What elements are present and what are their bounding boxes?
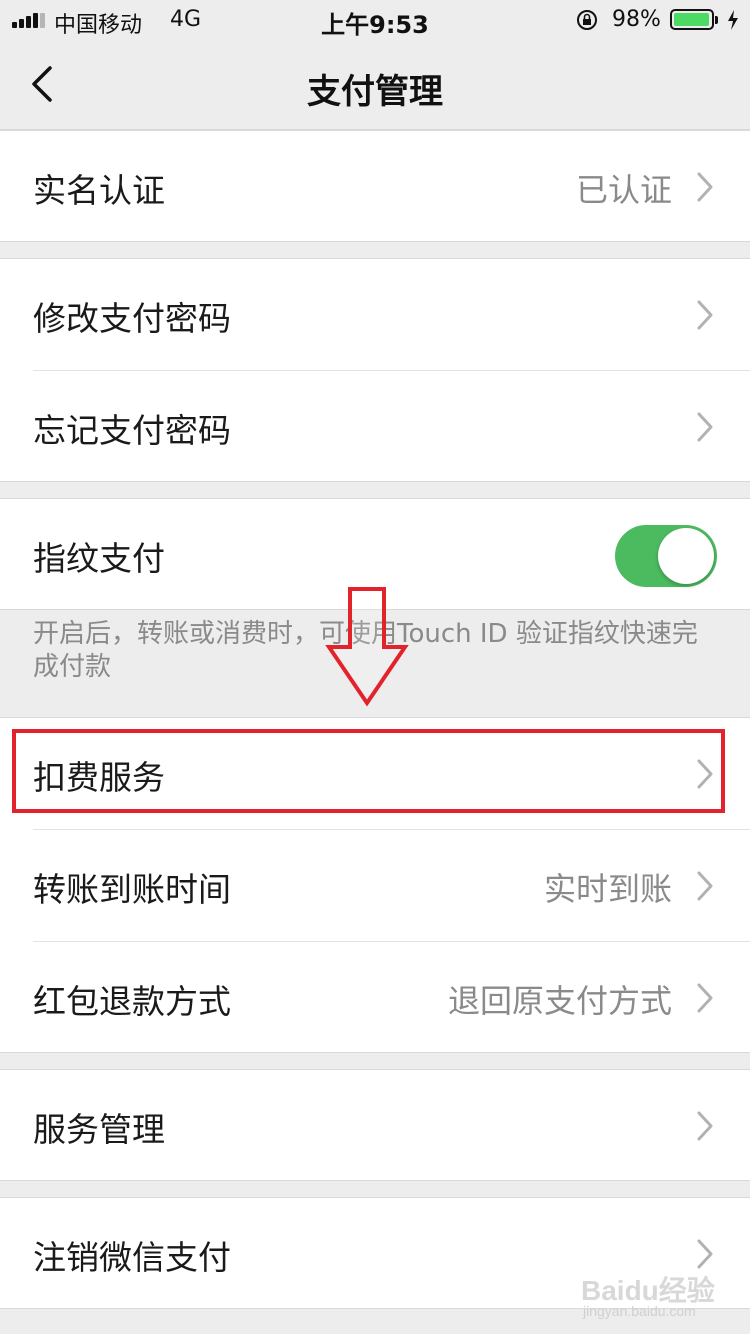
cell-forgot-password[interactable]: 忘记支付密码 xyxy=(0,371,750,482)
cell-service-manage[interactable]: 服务管理 xyxy=(0,1070,750,1181)
cell-fingerprint-label: 指纹支付 xyxy=(33,539,165,578)
group-password: 修改支付密码 忘记支付密码 xyxy=(0,258,750,482)
chevron-right-icon xyxy=(697,983,713,1013)
cell-redpacket-refund-value: 退回原支付方式 xyxy=(447,982,672,1020)
fingerprint-hint: 开启后，转账或消费时，可使用Touch ID 验证指纹快速完成付款 xyxy=(33,619,698,682)
cell-realname-value: 已认证 xyxy=(575,171,672,209)
cell-cancel-wechat-pay[interactable]: 注销微信支付 xyxy=(0,1198,750,1309)
chevron-right-icon xyxy=(697,412,713,442)
cell-fingerprint: 指纹支付 xyxy=(0,499,750,610)
battery-percentage: 98% xyxy=(612,7,661,32)
cell-realname[interactable]: 实名认证 已认证 xyxy=(0,131,750,242)
chevron-right-icon xyxy=(697,172,713,202)
group-realname: 实名认证 已认证 xyxy=(0,130,750,242)
cell-change-password[interactable]: 修改支付密码 xyxy=(0,259,750,370)
cell-forgot-password-label: 忘记支付密码 xyxy=(33,411,231,450)
group-fingerprint: 指纹支付 xyxy=(0,498,750,610)
toggle-knob xyxy=(658,528,714,584)
chevron-right-icon xyxy=(697,871,713,901)
group-cancel-pay: 注销微信支付 xyxy=(0,1197,750,1309)
cell-transfer-time-value: 实时到账 xyxy=(543,870,672,908)
group-services: 扣费服务 转账到账时间 实时到账 红包退款方式 退回原支付方式 xyxy=(0,717,750,1053)
cell-transfer-time-label: 转账到账时间 xyxy=(33,870,231,909)
cell-deduction-service[interactable]: 扣费服务 xyxy=(0,718,750,829)
cell-cancel-wechat-pay-label: 注销微信支付 xyxy=(33,1238,231,1277)
cell-deduction-service-label: 扣费服务 xyxy=(33,758,165,797)
cell-realname-label: 实名认证 xyxy=(33,171,165,210)
cell-service-manage-label: 服务管理 xyxy=(33,1110,165,1149)
chevron-right-icon xyxy=(697,1239,713,1269)
cell-redpacket-refund[interactable]: 红包退款方式 退回原支付方式 xyxy=(0,942,750,1053)
cell-transfer-time[interactable]: 转账到账时间 实时到账 xyxy=(0,830,750,941)
chevron-right-icon xyxy=(697,1111,713,1141)
battery-icon xyxy=(670,9,718,30)
status-bar: 中国移动 4G 上午9:53 98% xyxy=(0,0,750,40)
cell-change-password-label: 修改支付密码 xyxy=(33,299,231,338)
rotation-lock-icon xyxy=(577,10,597,30)
nav-bar: 支付管理 xyxy=(0,40,750,130)
group-service-manage: 服务管理 xyxy=(0,1069,750,1181)
chevron-right-icon xyxy=(697,300,713,330)
chevron-right-icon xyxy=(697,759,713,789)
cell-redpacket-refund-label: 红包退款方式 xyxy=(33,982,231,1021)
page-title: 支付管理 xyxy=(307,72,443,112)
charging-bolt-icon xyxy=(728,10,738,30)
fingerprint-toggle[interactable] xyxy=(615,525,717,587)
